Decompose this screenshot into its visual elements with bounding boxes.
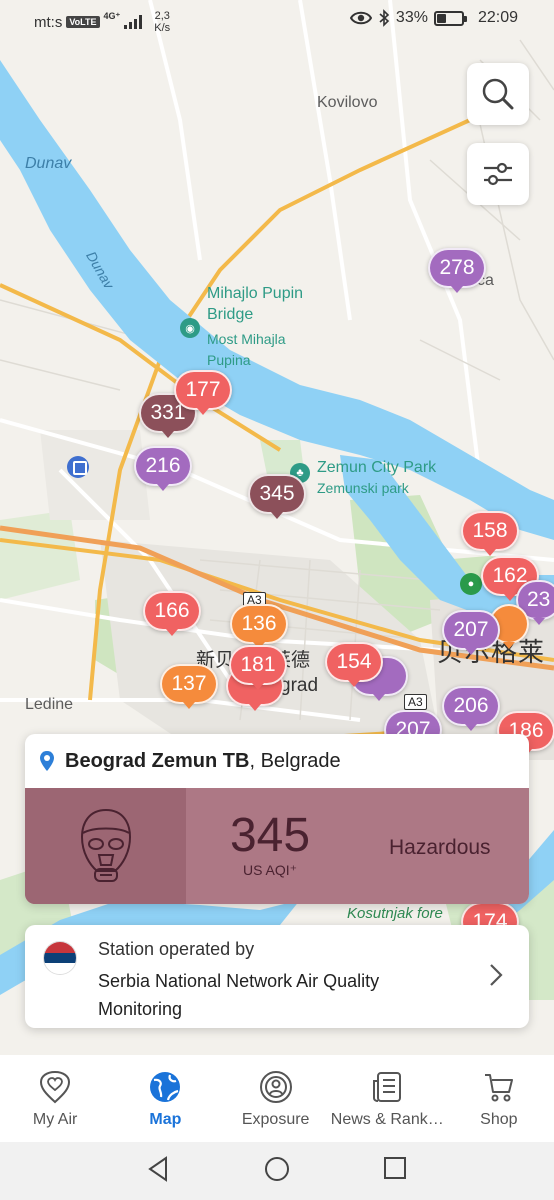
- operator-label: Station operated by: [98, 939, 255, 959]
- aqi-marker[interactable]: 206: [442, 686, 500, 731]
- carrier-name: mt:s: [34, 13, 63, 31]
- nav-label: Shop: [480, 1111, 518, 1128]
- cart-icon: [484, 1074, 513, 1102]
- station-card[interactable]: Beograd Zemun TB , Belgrade 345 US AQI⁺ …: [25, 734, 529, 904]
- nav-exposure[interactable]: Exposure: [221, 1055, 331, 1142]
- aqi-panel: 345 US AQI⁺ Hazardous: [25, 788, 529, 904]
- battery-icon: [433, 10, 467, 26]
- aqi-marker[interactable]: 216: [134, 446, 192, 491]
- aqi-marker[interactable]: 137: [160, 664, 218, 709]
- nav-label: Exposure: [241, 1111, 310, 1128]
- nav-map[interactable]: Map: [110, 1055, 220, 1142]
- place-label-kovilovo: Kovilovo: [317, 94, 378, 111]
- system-navigation-bar: [0, 1142, 554, 1200]
- road-shield-a3: A3: [404, 694, 427, 710]
- signal-icon: [124, 15, 143, 29]
- chevron-right-icon: [490, 964, 503, 986]
- eye-icon: [349, 11, 372, 25]
- battery-percent: 33%: [395, 9, 428, 26]
- nav-label: My Air: [32, 1111, 78, 1128]
- aqi-marker[interactable]: 158: [461, 511, 519, 556]
- sliders-icon: [484, 162, 512, 186]
- nav-label: News & Rank…: [330, 1111, 444, 1128]
- location-pin-icon: ●: [460, 573, 482, 595]
- place-label-grad: grad: [280, 675, 319, 696]
- nav-news-rank[interactable]: News & Rank…: [331, 1055, 444, 1142]
- search-icon: [482, 78, 514, 110]
- search-button[interactable]: [467, 63, 529, 125]
- exposure-icon: [259, 1071, 292, 1103]
- aqi-marker[interactable]: 154: [325, 642, 383, 687]
- map-pin-icon: [40, 751, 54, 771]
- place-label-zemun-park: Zemun City Park Zemunski park: [317, 459, 437, 496]
- filter-button[interactable]: [467, 143, 529, 205]
- back-icon[interactable]: [146, 1156, 170, 1182]
- network-type: 4G⁺: [103, 10, 121, 21]
- recents-icon[interactable]: [383, 1156, 407, 1180]
- place-label-ledine: Ledine: [25, 696, 74, 713]
- station-name: Beograd Zemun TB: [65, 749, 250, 772]
- aqi-marker[interactable]: 136: [230, 604, 288, 649]
- volte-badge: VoLTE: [66, 16, 100, 28]
- bottom-nav: My Air Map Exposure News & Rank… Shop: [0, 1055, 554, 1142]
- status-bar: mt:s VoLTE 4G⁺ 2,3 K/s 33% 22:09: [0, 0, 554, 40]
- place-label-bridge: Mihajlo Pupin Bridge Most Mihajla Pupina: [207, 285, 304, 368]
- level-illustration: [25, 788, 186, 904]
- operator-name: Serbia National Network Air Quality Moni…: [98, 971, 380, 1019]
- aqi-unit: US AQI⁺: [242, 862, 298, 878]
- aqi-marker[interactable]: 181: [229, 645, 287, 690]
- news-icon: [373, 1072, 402, 1102]
- aqi-value-block: 345 US AQI⁺: [225, 810, 315, 879]
- serbia-flag-icon: [43, 941, 77, 975]
- globe-icon: [150, 1072, 181, 1102]
- aqi-level-label: Hazardous: [389, 836, 491, 859]
- river-label-dunav: Dunav: [25, 155, 72, 172]
- aqi-marker-selected[interactable]: 345: [248, 474, 306, 519]
- nav-label: Map: [149, 1111, 182, 1128]
- network-speed: 2,3 K/s: [154, 10, 171, 34]
- place-label-kosutnjak: Kosutnjak fore: [347, 905, 443, 922]
- nav-my-air[interactable]: My Air: [0, 1055, 110, 1142]
- nav-shop[interactable]: Shop: [444, 1055, 554, 1142]
- aqi-marker[interactable]: 207: [442, 610, 500, 655]
- station-header: Beograd Zemun TB , Belgrade: [25, 734, 529, 788]
- clock: 22:09: [477, 9, 518, 26]
- bus-station-icon: [67, 456, 89, 478]
- bluetooth-icon: [379, 9, 390, 27]
- aqi-marker[interactable]: 166: [143, 591, 201, 636]
- aqi-value: 345: [229, 809, 311, 862]
- camera-icon: ◉: [180, 318, 200, 338]
- operator-card[interactable]: Station operated by Serbia National Netw…: [25, 925, 529, 1028]
- gas-mask-icon: [80, 808, 131, 882]
- home-icon[interactable]: [264, 1156, 290, 1182]
- station-city: , Belgrade: [249, 749, 341, 772]
- aqi-marker[interactable]: 278: [428, 248, 486, 293]
- heart-location-icon: [40, 1070, 71, 1104]
- aqi-marker[interactable]: 177: [174, 370, 232, 415]
